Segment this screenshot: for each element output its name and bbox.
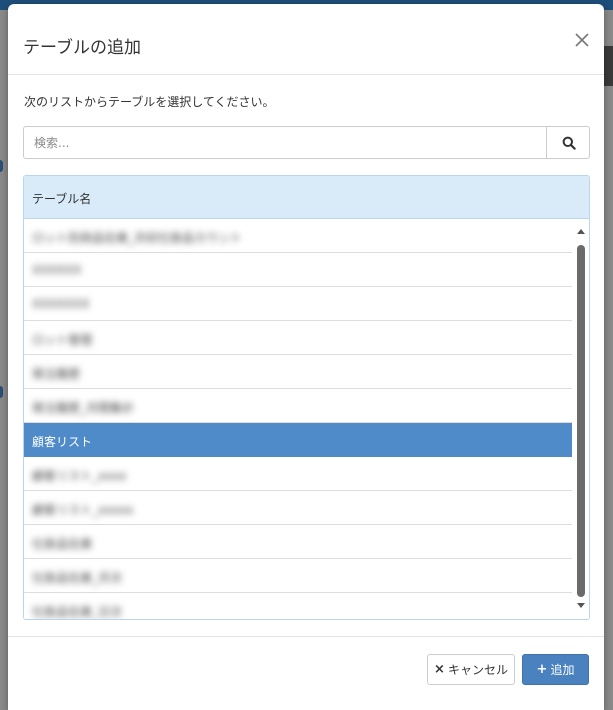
table-row[interactable]: 仕掛品在庫: [24, 525, 572, 559]
table-row-label: 仕掛品在庫_月次: [32, 571, 123, 585]
table-row[interactable]: 発注履歴: [24, 355, 572, 389]
close-button[interactable]: [568, 26, 596, 54]
dialog-header: テーブルの追加: [8, 4, 604, 75]
table-row[interactable]: 顧客リスト_xxxxx: [24, 491, 572, 525]
table-row-label: 仕掛品在庫: [32, 537, 93, 551]
table-row-label: 顧客リスト_xxxx: [32, 469, 127, 483]
search-input[interactable]: [24, 127, 536, 158]
table-list: テーブル名 ロット別商品在庫_月初仕掛品カウント XXXXXX XXXXXXX …: [23, 175, 590, 620]
table-row-label: 発注履歴: [32, 367, 81, 381]
dialog-title: テーブルの追加: [23, 38, 141, 58]
scroll-up-arrow-icon[interactable]: [577, 229, 585, 234]
table-row[interactable]: ロット別商品在庫_月初仕掛品カウント: [24, 219, 572, 253]
close-icon: [575, 33, 589, 47]
app-background-left: [0, 10, 8, 710]
search-box: [23, 126, 590, 159]
background-marker: [0, 160, 3, 172]
table-row[interactable]: 仕掛品在庫_月次: [24, 559, 572, 593]
add-table-dialog: テーブルの追加 次のリストからテーブルを選択してください。 テーブル名 ロット別…: [8, 4, 604, 710]
table-row[interactable]: 仕掛品在庫_日次: [24, 593, 572, 619]
plus-icon: +: [536, 662, 548, 677]
cancel-button[interactable]: × キャンセル: [427, 654, 515, 685]
table-row-label: 顧客リスト_xxxxx: [32, 503, 134, 517]
instruction-text: 次のリストからテーブルを選択してください。: [24, 95, 275, 109]
table-row-label: ロット別商品在庫_月初仕掛品カウント: [32, 231, 243, 245]
dialog-footer: × キャンセル + 追加: [8, 636, 604, 710]
table-row-label: ロット管理: [32, 333, 93, 347]
table-row-selected[interactable]: 顧客リスト: [24, 423, 572, 457]
scrollbar-thumb[interactable]: [577, 245, 585, 597]
search-button[interactable]: [546, 127, 590, 158]
table-row[interactable]: XXXXXX: [24, 253, 572, 287]
scrollbar[interactable]: [574, 219, 589, 619]
scroll-down-arrow-icon[interactable]: [577, 603, 585, 608]
add-button-label: 追加: [550, 663, 575, 677]
table-header: テーブル名: [24, 176, 589, 219]
table-row-label: 仕掛品在庫_日次: [32, 605, 123, 619]
table-row-label: 顧客リスト: [32, 435, 93, 449]
app-background-panel: [604, 46, 613, 86]
background-marker: [0, 386, 3, 398]
add-button[interactable]: + 追加: [522, 654, 589, 685]
table-row-label: XXXXXX: [32, 263, 82, 277]
table-row[interactable]: 顧客リスト_xxxx: [24, 457, 572, 491]
table-row[interactable]: XXXXXXX: [24, 287, 572, 321]
search-icon: [562, 136, 576, 150]
cancel-button-label: キャンセル: [447, 663, 508, 677]
close-icon: ×: [434, 662, 445, 677]
app-background-right: [604, 10, 613, 710]
table-row[interactable]: 発注履歴_月間集計: [24, 389, 572, 423]
column-header-table-name: テーブル名: [32, 192, 92, 206]
table-row-label: 発注履歴_月間集計: [32, 401, 135, 415]
table-row[interactable]: ロット管理: [24, 321, 572, 355]
table-row-label: XXXXXXX: [32, 297, 90, 311]
